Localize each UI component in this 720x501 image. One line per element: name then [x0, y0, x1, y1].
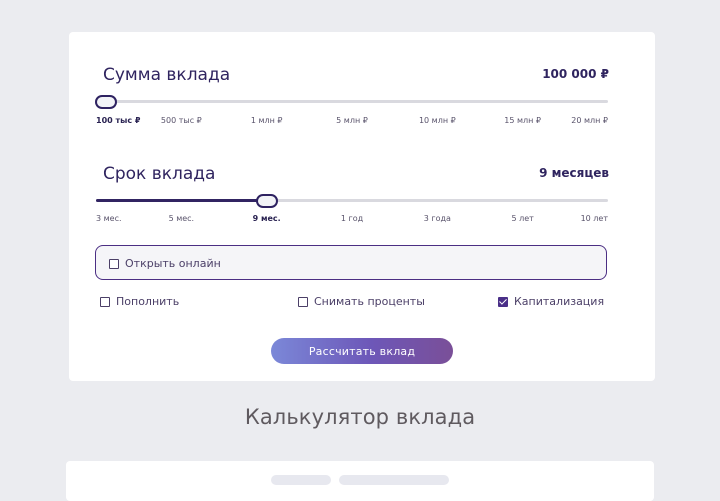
deposit-term-ticks: 3 мес. 5 мес. 9 мес. 1 год 3 года 5 лет …: [96, 214, 608, 228]
deposit-amount-tick[interactable]: 100 тыс ₽: [96, 116, 140, 125]
online-checkbox-text: Открыть онлайн: [125, 257, 221, 270]
deposit-amount-track[interactable]: [96, 100, 608, 103]
capitalization-option[interactable]: Капитализация: [498, 295, 604, 308]
deposit-term-tick[interactable]: 3 мес.: [96, 214, 122, 223]
calculate-deposit-button[interactable]: Рассчитать вклад: [271, 338, 453, 364]
withdraw-interest-option[interactable]: Снимать проценты: [298, 295, 425, 308]
deposit-amount-tick[interactable]: 1 млн ₽: [251, 116, 283, 125]
deposit-amount-thumb[interactable]: [95, 95, 117, 109]
deposit-term-tick[interactable]: 10 лет: [581, 214, 608, 223]
deposit-amount-header: Сумма вклада 100 000 ₽: [103, 65, 609, 87]
results-card: [66, 461, 654, 501]
deposit-term-tick[interactable]: 1 год: [341, 214, 363, 223]
online-checkbox[interactable]: [109, 258, 119, 269]
cut-off-heading: · · · · · ·: [0, 0, 720, 7]
withdraw-interest-checkbox[interactable]: [298, 296, 308, 307]
deposit-term-thumb[interactable]: [255, 194, 278, 208]
results-placeholder-line: [339, 475, 449, 485]
deposit-amount-value: 100 000 ₽: [542, 67, 609, 81]
withdraw-interest-label: Снимать проценты: [314, 295, 425, 308]
capitalization-label: Капитализация: [514, 295, 605, 308]
online-checkbox-label[interactable]: Открыть онлайн: [109, 257, 221, 270]
deposit-term-slider[interactable]: [96, 192, 608, 210]
deposit-term-fill: [96, 199, 267, 202]
deposit-settings-card: Сумма вклада 100 000 ₽ 100 тыс ₽ 500 тыс…: [69, 32, 655, 381]
online-option-box[interactable]: Открыть онлайн: [95, 245, 607, 280]
deposit-term-tick[interactable]: 5 мес.: [169, 214, 195, 223]
deposit-amount-tick[interactable]: 5 млн ₽: [336, 116, 368, 125]
deposit-amount-tick[interactable]: 500 тыс ₽: [161, 116, 202, 125]
replenish-label: Пополнить: [116, 295, 180, 308]
deposit-amount-title: Сумма вклада: [103, 65, 231, 85]
deposit-term-value: 9 месяцев: [539, 166, 609, 180]
deposit-amount-tick[interactable]: 10 млн ₽: [419, 116, 456, 125]
capitalization-checkbox[interactable]: [498, 296, 508, 307]
deposit-term-tick[interactable]: 3 года: [424, 214, 451, 223]
deposit-term-header: Срок вклада 9 месяцев: [103, 164, 609, 186]
deposit-amount-tick[interactable]: 15 млн ₽: [504, 116, 541, 125]
replenish-checkbox[interactable]: [100, 296, 110, 307]
deposit-calculator-title: Калькулятор вклада: [244, 405, 476, 429]
deposit-term-tick[interactable]: 5 лет: [511, 214, 533, 223]
results-placeholder-line: [271, 475, 331, 485]
deposit-term-title: Срок вклада: [103, 164, 216, 184]
deposit-amount-slider[interactable]: [95, 93, 608, 111]
deposit-amount-tick[interactable]: 20 млн ₽: [571, 116, 608, 125]
replenish-option[interactable]: Пополнить: [100, 295, 179, 308]
deposit-term-tick[interactable]: 9 мес.: [253, 214, 281, 223]
deposit-amount-ticks: 100 тыс ₽ 500 тыс ₽ 1 млн ₽ 5 млн ₽ 10 м…: [96, 116, 608, 130]
